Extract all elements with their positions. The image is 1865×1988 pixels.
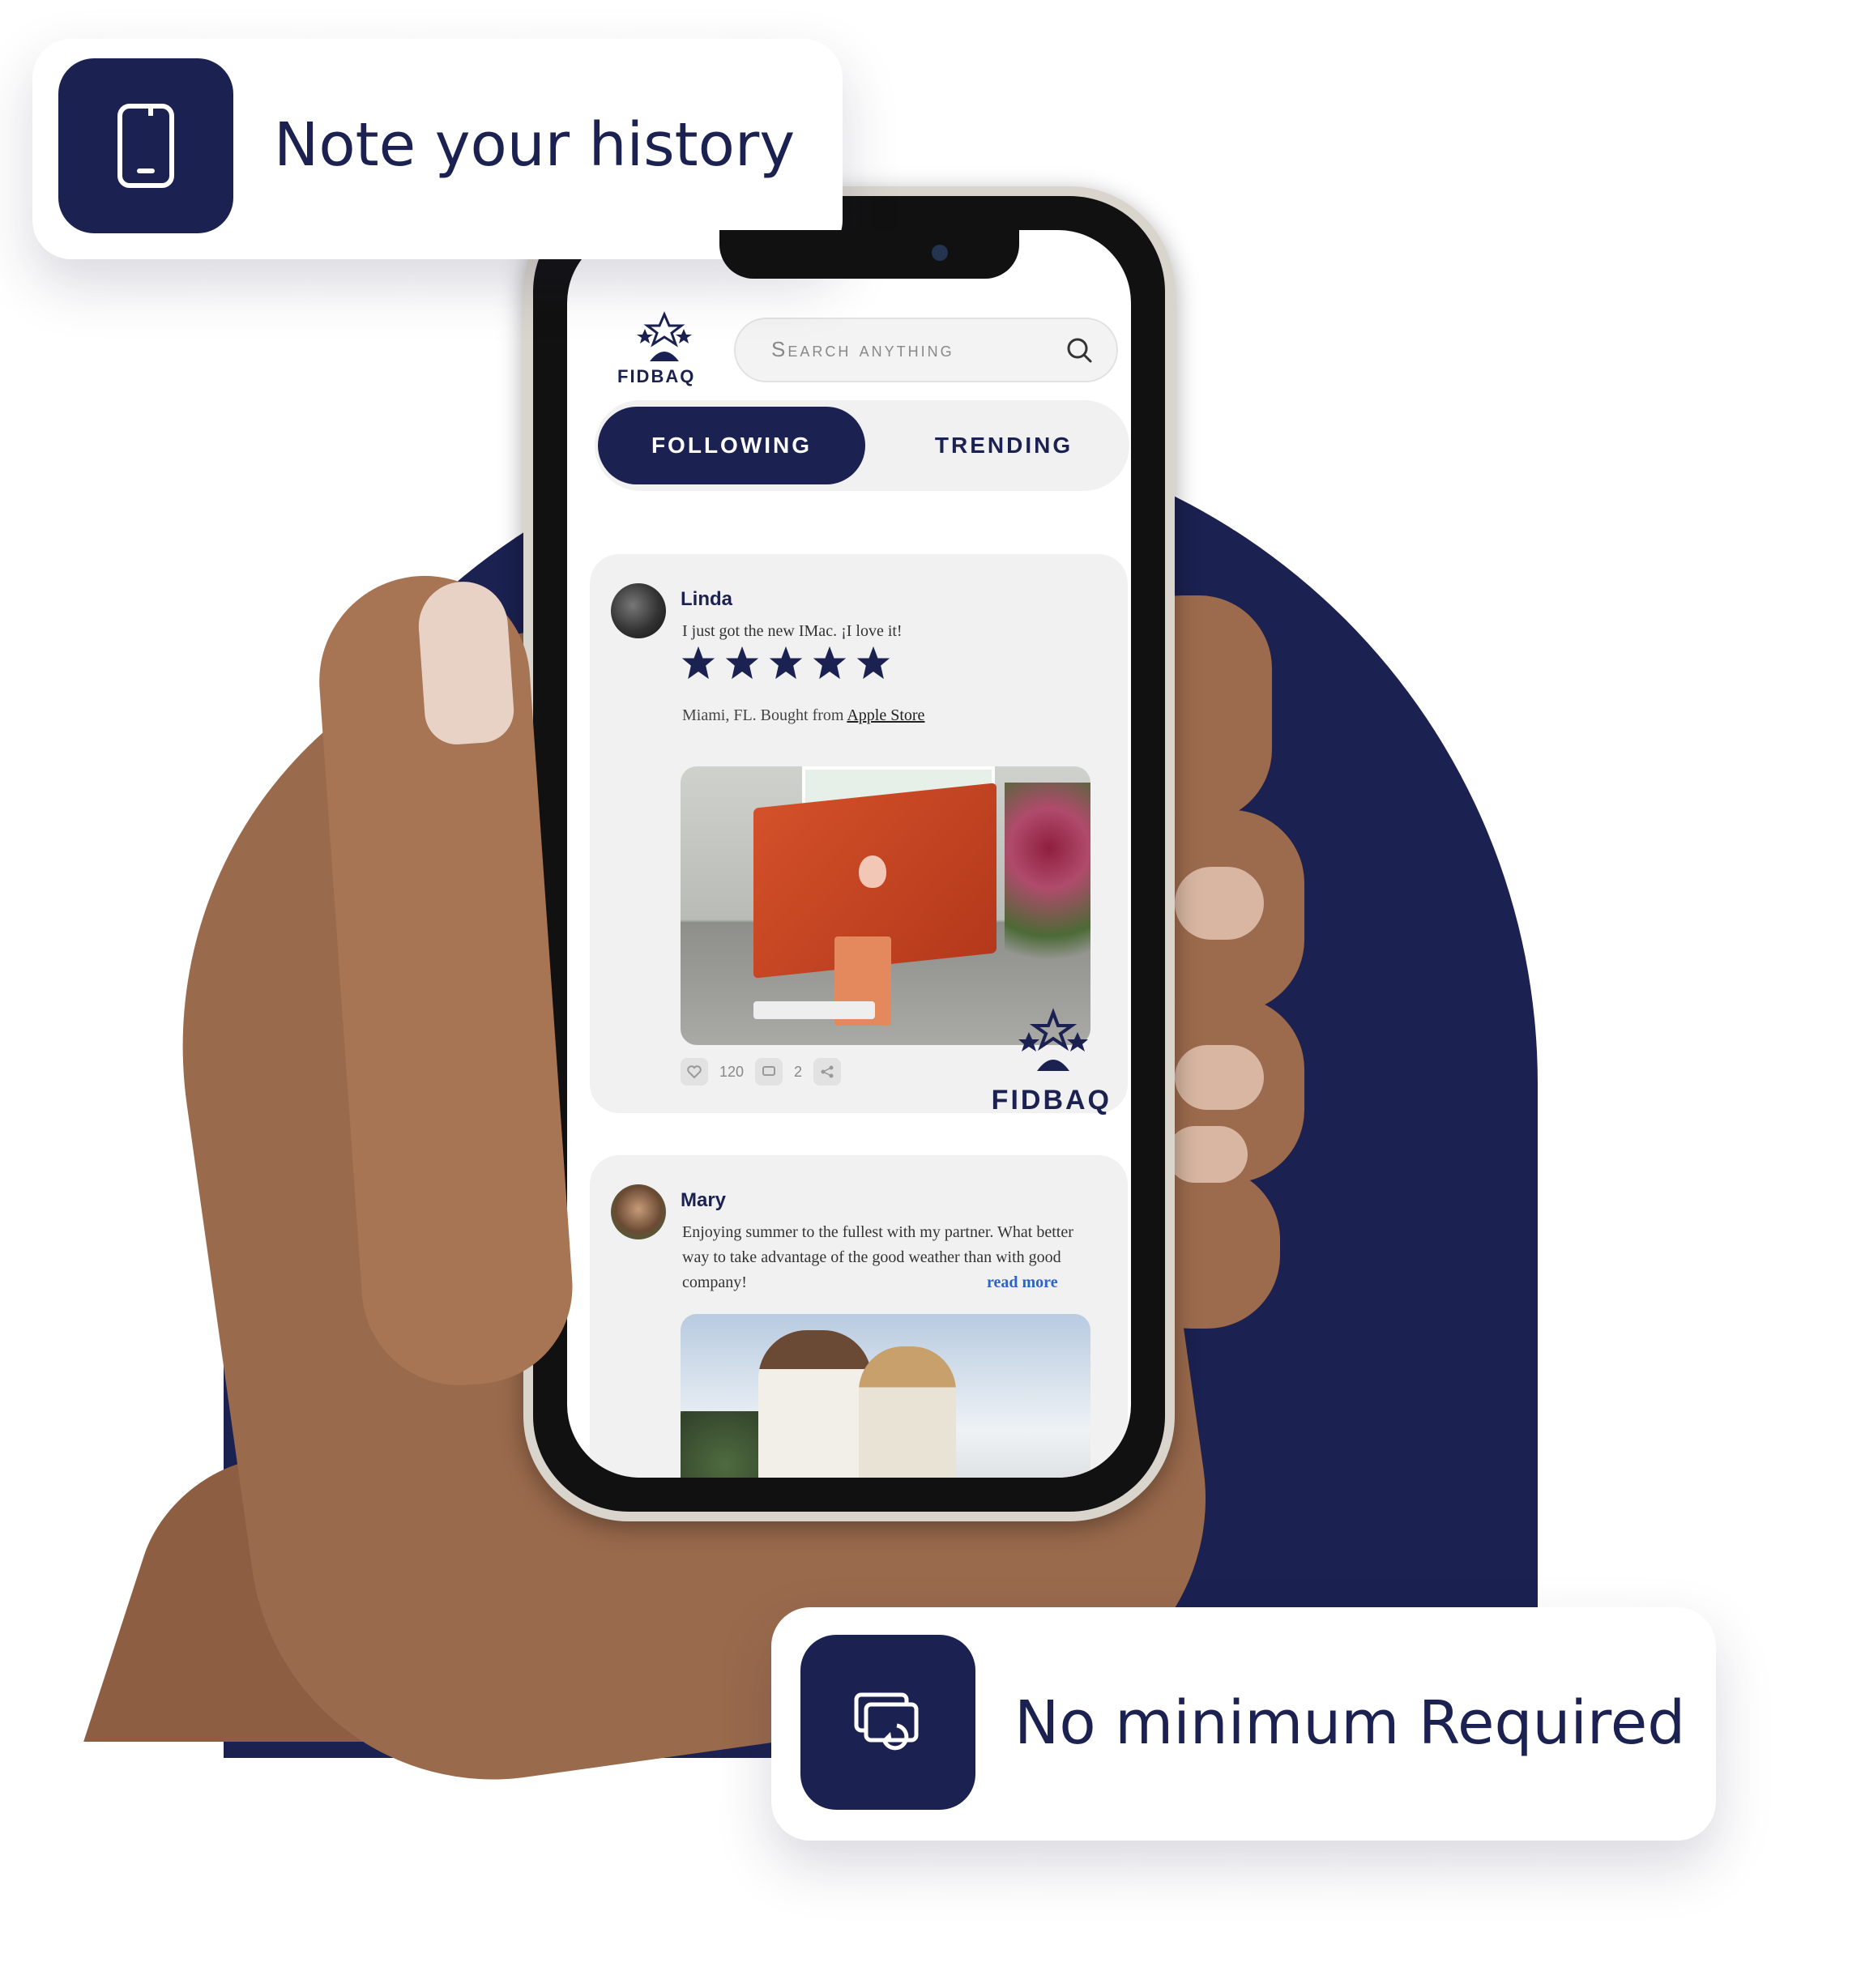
read-more-link[interactable]: read more (987, 1273, 1058, 1292)
star-icon (813, 646, 847, 680)
post-location: Miami, FL. Bought from Apple Store (682, 706, 924, 725)
fingernail (1167, 1126, 1248, 1183)
man (758, 1330, 872, 1478)
callout-label: No minimum Required (1014, 1688, 1686, 1758)
avatar[interactable] (611, 583, 666, 638)
fingernail (1175, 867, 1264, 940)
fidbaq-logo-text: FIDBAQ (617, 366, 696, 386)
store-link[interactable]: Apple Store (847, 706, 924, 724)
star-icon (769, 646, 803, 680)
star-icon (856, 646, 890, 680)
tab-trending[interactable]: TRENDING (886, 407, 1121, 484)
phone-notch (719, 230, 1019, 279)
keyboard (753, 1001, 875, 1019)
phone-screen: FIDBAQ Search anything FOLLOWING TRENDIN… (567, 230, 1131, 1478)
tab-following[interactable]: FOLLOWING (598, 407, 865, 484)
comment-count: 2 (794, 1063, 803, 1080)
post-actions: 120 2 (681, 1058, 842, 1086)
comment-icon[interactable] (755, 1058, 783, 1086)
location-text: Miami, FL. Bought from (682, 706, 847, 724)
post-image-imac[interactable] (681, 766, 1090, 1045)
camera-icon (932, 245, 948, 261)
rating-stars (681, 645, 891, 680)
post-card[interactable]: Linda I just got the new IMac. ¡I love i… (590, 554, 1128, 1116)
post-author[interactable]: Mary (681, 1189, 726, 1212)
cards-cash-icon (800, 1635, 975, 1810)
thumbnail (416, 578, 516, 747)
phone-bezel: FIDBAQ Search anything FOLLOWING TRENDIN… (533, 196, 1165, 1512)
callout-no-minimum: No minimum Required (771, 1607, 1716, 1841)
post-text: I just got the new IMac. ¡I love it! (682, 622, 903, 640)
search-icon[interactable] (1065, 335, 1094, 365)
post-author[interactable]: Linda (681, 588, 732, 611)
apple-logo-icon (859, 855, 886, 888)
post-card[interactable]: Mary Enjoying summer to the fullest with… (590, 1155, 1128, 1478)
callout-label: Note your history (274, 110, 796, 180)
search-placeholder: Search anything (771, 337, 954, 361)
fidbaq-watermark-text: FIDBAQ (991, 1085, 1112, 1116)
star-icon (725, 646, 759, 680)
avatar[interactable] (611, 1184, 666, 1239)
feed-tabs: FOLLOWING TRENDING (595, 400, 1129, 491)
palm-tree (681, 1411, 770, 1478)
phone-frame: FIDBAQ Search anything FOLLOWING TRENDIN… (523, 186, 1175, 1521)
star-icon (681, 646, 715, 680)
heart-icon[interactable] (681, 1058, 708, 1086)
fingernail (1175, 1045, 1264, 1110)
post-image-couple[interactable] (681, 1314, 1090, 1478)
woman (859, 1346, 956, 1478)
callout-note-history: Note your history (32, 39, 843, 259)
like-count: 120 (719, 1063, 745, 1080)
search-input[interactable]: Search anything (734, 318, 1118, 382)
smartphone-icon (58, 58, 233, 233)
share-icon[interactable] (813, 1058, 842, 1086)
flowers (1005, 783, 1090, 1001)
